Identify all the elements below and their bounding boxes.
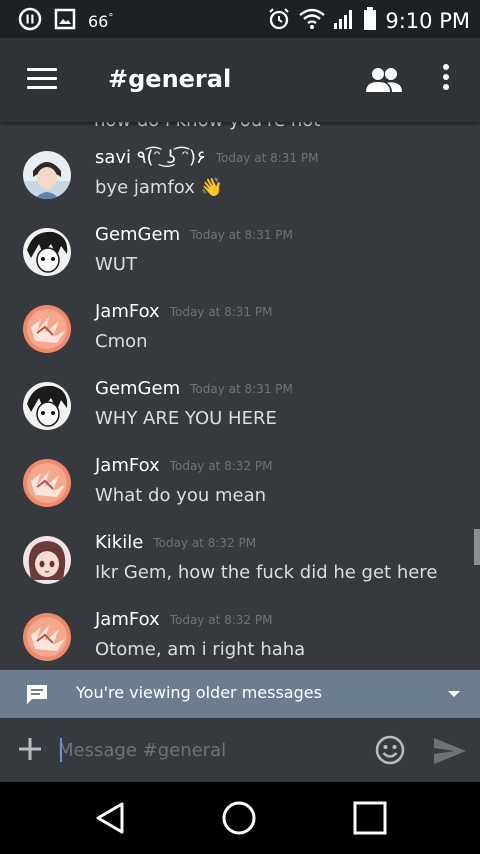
- message-item[interactable]: JamFox Today at 8:32 PM Otome, am i right…: [0, 609, 480, 670]
- message-item[interactable]: JamFox Today at 8:32 PM What do you mean: [0, 455, 480, 536]
- chevron-down-icon[interactable]: [448, 691, 460, 697]
- signal-icon: [333, 8, 355, 34]
- home-icon[interactable]: [221, 800, 257, 836]
- message-text: Ikr Gem, how the fuck did he get here: [95, 562, 438, 583]
- jamfox-avatar[interactable]: [23, 459, 71, 507]
- message-author[interactable]: GemGem Today at 8:31 PM: [95, 378, 293, 399]
- send-icon[interactable]: [433, 737, 467, 765]
- message-text: WHY ARE YOU HERE: [95, 408, 277, 429]
- message-timestamp: Today at 8:31 PM: [190, 228, 293, 242]
- partial-message-text: how do i know you're not: [94, 122, 320, 131]
- message-list[interactable]: how do i know you're not savi ٩(͡ᵔ ͜ʖ ͡ᵔ…: [0, 122, 480, 670]
- older-messages-label: You're viewing older messages: [76, 683, 322, 702]
- savi-avatar[interactable]: [23, 151, 71, 199]
- battery-level-text: 66°: [88, 11, 114, 31]
- wifi-icon: [299, 8, 326, 34]
- waving-hand-emoji: 👋: [200, 177, 224, 198]
- message-author[interactable]: GemGem Today at 8:31 PM: [95, 224, 293, 245]
- message-timestamp: Today at 8:32 PM: [153, 536, 257, 550]
- message-timestamp: Today at 8:31 PM: [169, 305, 273, 319]
- message-text: Otome, am i right haha: [95, 639, 306, 660]
- kikile-avatar[interactable]: [23, 536, 71, 584]
- recording-icon: [18, 7, 42, 35]
- message-timestamp: Today at 8:32 PM: [169, 459, 273, 473]
- message-author[interactable]: JamFox Today at 8:32 PM: [95, 455, 272, 476]
- alarm-icon: [267, 7, 291, 35]
- message-author[interactable]: JamFox Today at 8:31 PM: [95, 301, 272, 322]
- more-icon[interactable]: [437, 64, 455, 94]
- battery-icon: [363, 7, 377, 35]
- jamfox-avatar[interactable]: [23, 305, 71, 353]
- members-icon[interactable]: [365, 66, 403, 94]
- plus-icon[interactable]: [17, 736, 43, 762]
- message-item[interactable]: savi ٩(͡ᵔ ͜ʖ ͡ᵔ)۶ Today at 8:31 PM bye ja…: [0, 147, 480, 228]
- message-author[interactable]: JamFox Today at 8:32 PM: [95, 609, 272, 630]
- message-timestamp: Today at 8:31 PM: [215, 151, 319, 165]
- text-cursor: [60, 738, 62, 762]
- message-text: bye jamfox 👋: [95, 177, 224, 198]
- clock-time: 9:10 PM: [385, 9, 470, 33]
- older-messages-banner[interactable]: You're viewing older messages: [0, 670, 480, 718]
- message-item[interactable]: GemGem Today at 8:31 PM WHY ARE YOU HERE: [0, 378, 480, 459]
- back-icon[interactable]: [92, 800, 128, 836]
- recents-icon[interactable]: [352, 800, 388, 836]
- image-icon: [54, 8, 76, 34]
- scrollbar-thumb[interactable]: [474, 529, 480, 565]
- message-item[interactable]: Kikile Today at 8:32 PM Ikr Gem, how the …: [0, 532, 480, 613]
- message-timestamp: Today at 8:31 PM: [190, 382, 293, 396]
- emoji-icon[interactable]: [374, 734, 406, 766]
- message-input[interactable]: [58, 734, 358, 766]
- message-timestamp: Today at 8:32 PM: [169, 613, 273, 627]
- gemgem-avatar[interactable]: [23, 382, 71, 430]
- message-text: Cmon: [95, 331, 148, 352]
- gemgem-avatar[interactable]: [23, 228, 71, 276]
- message-text: What do you mean: [95, 485, 267, 506]
- message-item[interactable]: GemGem Today at 8:31 PM WUT: [0, 224, 480, 305]
- message-item[interactable]: JamFox Today at 8:31 PM Cmon: [0, 301, 480, 382]
- message-composer: [0, 718, 480, 782]
- app-bar: #general: [0, 38, 480, 122]
- message-author[interactable]: savi ٩(͡ᵔ ͜ʖ ͡ᵔ)۶ Today at 8:31 PM: [95, 147, 318, 168]
- jamfox-avatar[interactable]: [23, 613, 71, 661]
- channel-title: #general: [108, 65, 232, 93]
- message-author[interactable]: Kikile Today at 8:32 PM: [95, 532, 256, 553]
- chat-bubble-icon: [25, 683, 49, 705]
- message-text: WUT: [95, 254, 137, 275]
- menu-icon[interactable]: [27, 68, 57, 90]
- system-nav-bar: [0, 782, 480, 854]
- status-bar: 66° 9:10 PM: [0, 0, 480, 38]
